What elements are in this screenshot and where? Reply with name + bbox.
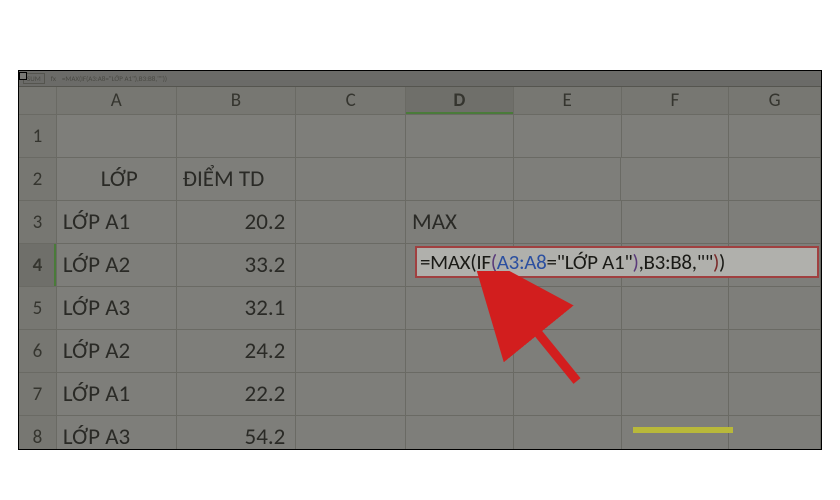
cell-D2[interactable]	[406, 158, 514, 201]
cell-B3[interactable]: 20.2	[177, 201, 297, 244]
cell-E7[interactable]	[514, 373, 622, 416]
cell-E1[interactable]	[514, 115, 622, 158]
col-header-A[interactable]: A	[57, 87, 177, 115]
formula-text: =MAX(IF	[420, 249, 491, 275]
formula-overlay[interactable]: =MAX(IF(A3:A8="LỚP A1"),B3:B8,""))	[415, 246, 819, 278]
cell-D6[interactable]	[406, 330, 514, 373]
row-header-1[interactable]: 1	[19, 115, 57, 158]
cell-C8[interactable]	[296, 416, 406, 450]
formula-paren-close3: )	[719, 249, 725, 275]
row-1: 1	[19, 115, 821, 158]
cell-G7[interactable]	[729, 373, 821, 416]
row-header-8[interactable]: 8	[19, 416, 57, 450]
cell-D1[interactable]	[406, 115, 514, 158]
col-header-B[interactable]: B	[177, 87, 297, 115]
cell-B1[interactable]	[177, 115, 297, 158]
cell-E3[interactable]	[514, 201, 622, 244]
cell-F7[interactable]	[622, 373, 730, 416]
cell-C5[interactable]	[296, 287, 406, 330]
cell-D8[interactable]	[406, 416, 514, 450]
row-header-4[interactable]: 4	[19, 244, 57, 287]
cell-B8[interactable]: 54.2	[177, 416, 297, 450]
col-header-D[interactable]: D	[406, 87, 514, 115]
cell-D5[interactable]	[406, 287, 514, 330]
col-header-G[interactable]: G	[729, 87, 821, 115]
cell-F6[interactable]	[622, 330, 730, 373]
excel-screenshot: SUM fx =MAX(IF(A3:A8="LỚP A1"),B3:B8,"")…	[18, 70, 822, 450]
cell-F1[interactable]	[622, 115, 730, 158]
cell-C2[interactable]	[296, 158, 406, 201]
cell-B5[interactable]: 32.1	[177, 287, 297, 330]
cell-C6[interactable]	[296, 330, 406, 373]
cell-C1[interactable]	[296, 115, 406, 158]
cell-A7[interactable]: LỚP A1	[57, 373, 177, 416]
cell-G5[interactable]	[729, 287, 821, 330]
cell-A1[interactable]	[57, 115, 177, 158]
formula-range1: A3:A8	[497, 249, 547, 275]
row-3: 3 LỚP A1 20.2 MAX	[19, 201, 821, 244]
cell-D3[interactable]: MAX	[406, 201, 514, 244]
cell-E6[interactable]	[514, 330, 622, 373]
formula-rest: ,B3:B8,""	[639, 249, 713, 275]
cell-G6[interactable]	[729, 330, 821, 373]
window-handle	[19, 72, 27, 80]
highlight-marker	[633, 427, 733, 433]
row-header-7[interactable]: 7	[19, 373, 57, 416]
row-5: 5 LỚP A3 32.1	[19, 287, 821, 330]
cell-G8[interactable]	[729, 416, 821, 450]
cell-C4[interactable]	[296, 244, 406, 287]
select-all-corner[interactable]	[19, 87, 57, 115]
col-header-F[interactable]: F	[622, 87, 730, 115]
fx-icon[interactable]: fx	[51, 74, 56, 83]
cell-A5[interactable]: LỚP A3	[57, 287, 177, 330]
row-header-3[interactable]: 3	[19, 201, 57, 244]
col-header-C[interactable]: C	[296, 87, 406, 115]
cell-E5[interactable]	[514, 287, 622, 330]
cell-F8[interactable]	[622, 416, 730, 450]
cell-E8[interactable]	[514, 416, 622, 450]
cell-A2[interactable]: LỚP	[57, 158, 177, 201]
formula-cond: ="LỚP A1"	[546, 249, 632, 275]
cell-B7[interactable]: 22.2	[177, 373, 297, 416]
column-header-row: A B C D E F G	[19, 87, 821, 115]
cell-C3[interactable]	[296, 201, 406, 244]
cell-C7[interactable]	[296, 373, 406, 416]
cell-B2[interactable]: ĐIỂM TD	[177, 158, 297, 201]
cell-A3[interactable]: LỚP A1	[57, 201, 177, 244]
cell-D7[interactable]	[406, 373, 514, 416]
row-6: 6 LỚP A2 24.2	[19, 330, 821, 373]
cell-G2[interactable]	[729, 158, 821, 201]
cell-A8[interactable]: LỚP A3	[57, 416, 177, 450]
cell-G3[interactable]	[729, 201, 821, 244]
cell-F2[interactable]	[621, 158, 729, 201]
cell-F3[interactable]	[622, 201, 730, 244]
row-7: 7 LỚP A1 22.2	[19, 373, 821, 416]
cell-E2[interactable]	[514, 158, 622, 201]
cell-F5[interactable]	[622, 287, 730, 330]
col-header-E[interactable]: E	[514, 87, 622, 115]
row-header-5[interactable]: 5	[19, 287, 57, 330]
formula-bar-text[interactable]: =MAX(IF(A3:A8="LỚP A1"),B3:B8,""))	[62, 74, 167, 83]
cell-A6[interactable]: LỚP A2	[57, 330, 177, 373]
formula-bar: SUM fx =MAX(IF(A3:A8="LỚP A1"),B3:B8,"")…	[19, 71, 821, 87]
row-2: 2 LỚP ĐIỂM TD	[19, 158, 821, 201]
row-8: 8 LỚP A3 54.2	[19, 416, 821, 450]
row-header-2[interactable]: 2	[19, 158, 57, 201]
cell-A4[interactable]: LỚP A2	[57, 244, 177, 287]
cell-B4[interactable]: 33.2	[177, 244, 297, 287]
row-header-6[interactable]: 6	[19, 330, 57, 373]
cell-G1[interactable]	[729, 115, 821, 158]
cell-B6[interactable]: 24.2	[177, 330, 297, 373]
